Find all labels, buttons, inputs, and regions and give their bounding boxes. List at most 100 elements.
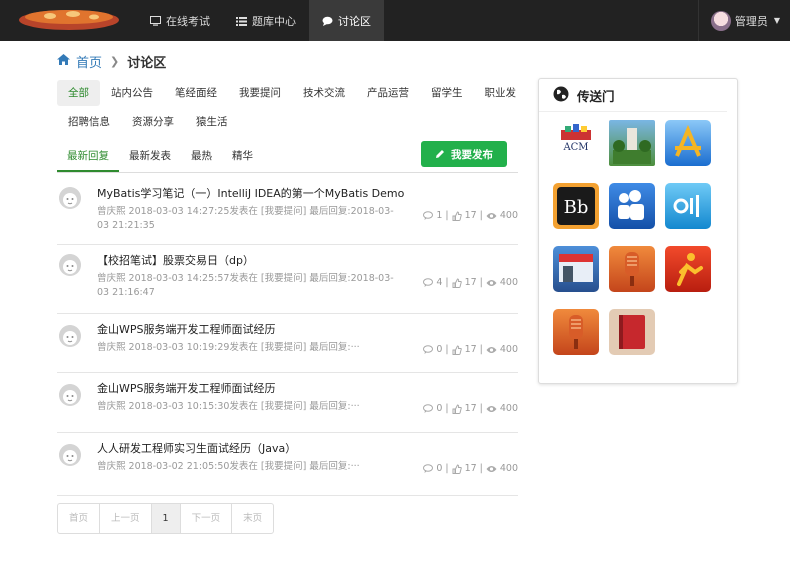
user-menu[interactable]: 管理员 ▼ (697, 0, 790, 41)
nav-label: 讨论区 (338, 14, 371, 28)
acm-label: ACM (563, 142, 589, 153)
category-interview[interactable]: 笔经面经 (164, 80, 228, 106)
divider: | (445, 344, 449, 355)
ondemand-icon[interactable] (665, 183, 711, 229)
breadcrumb-home-link[interactable]: 首页 (76, 52, 102, 71)
like-count: 17 (464, 210, 477, 221)
home-icon (57, 54, 70, 69)
category-filter: 全部 站内公告 笔经面经 我要提问 技术交流 产品运营 留学生 职业发 招聘信息… (57, 80, 543, 138)
myspace-icon[interactable] (609, 183, 655, 229)
blackboard-icon[interactable]: Bb (553, 183, 599, 229)
topic-row[interactable]: 【校招笔试】股票交易日（dp） 曾庆熙 2018-03-03 14:25:57发表… (57, 245, 518, 314)
nav-forum[interactable]: 讨论区 (309, 0, 384, 41)
category-life[interactable]: 猿生活 (185, 109, 239, 135)
topic-meta: 曾庆熙 2018-03-03 14:25:57发表在 [我要提问] 最后回复:2… (97, 273, 394, 298)
caret-down-icon: ▼ (773, 16, 780, 25)
like-count: 17 (464, 403, 477, 414)
topic-title[interactable]: MyBatis学习笔记（一）IntelliJ IDEA的第一个MyBatis D… (97, 186, 518, 201)
store-icon[interactable] (553, 246, 599, 292)
category-career[interactable]: 职业发 (474, 80, 528, 106)
topic-row[interactable]: 金山WPS服务端开发工程师面试经历 曾庆熙 2018-03-03 10:19:29… (57, 314, 518, 373)
view-count: 400 (499, 463, 518, 474)
divider: | (445, 403, 449, 414)
category-abroad[interactable]: 留学生 (420, 80, 474, 106)
eye-icon (486, 465, 497, 473)
monitor-icon (150, 15, 161, 26)
page-last[interactable]: 末页 (232, 504, 273, 533)
main-nav: 在线考试 题库中心 讨论区 (137, 0, 384, 41)
divider: | (445, 463, 449, 474)
nav-online-exam[interactable]: 在线考试 (137, 0, 223, 41)
divider: | (479, 277, 483, 288)
view-count: 400 (499, 344, 518, 355)
category-resources[interactable]: 资源分享 (121, 109, 185, 135)
topic-row[interactable]: 金山WPS服务端开发工程师面试经历 曾庆熙 2018-03-03 10:15:30… (57, 373, 518, 433)
topic-stats: 1 | 17 | 400 (423, 210, 518, 221)
page-next[interactable]: 下一页 (181, 504, 233, 533)
avatar (59, 444, 81, 466)
appstore-icon[interactable] (665, 120, 711, 166)
category-jobs[interactable]: 招聘信息 (57, 109, 121, 135)
page-number[interactable]: 1 (151, 504, 181, 533)
reply-count: 0 (436, 463, 443, 474)
page-first[interactable]: 首页 (58, 504, 101, 533)
globe-icon (553, 86, 569, 105)
tab-hottest[interactable]: 最热 (181, 144, 222, 172)
reply-count: 0 (436, 403, 443, 414)
pagination: 首页 上一页 1 下一页 末页 (57, 503, 275, 534)
reply-count: 1 (436, 210, 443, 221)
topic-stats: 0 | 17 | 400 (423, 403, 518, 414)
view-count: 400 (499, 277, 518, 288)
thumbs-up-icon[interactable] (452, 210, 462, 221)
topic-title[interactable]: 金山WPS服务端开发工程师面试经历 (97, 381, 518, 396)
topic-stats: 0 | 17 | 400 (423, 344, 518, 355)
reply-count: 4 (436, 277, 443, 288)
publish-button[interactable]: 我要发布 (421, 141, 507, 167)
tab-latest-post[interactable]: 最新发表 (119, 144, 181, 172)
site-logo[interactable] (18, 7, 120, 31)
topic-row[interactable]: MyBatis学习笔记（一）IntelliJ IDEA的第一个MyBatis D… (57, 178, 518, 245)
view-count: 400 (499, 403, 518, 414)
nav-question-bank[interactable]: 题库中心 (223, 0, 309, 41)
avatar (59, 254, 81, 276)
topic-stats: 4 | 17 | 400 (423, 277, 518, 288)
category-product[interactable]: 产品运营 (356, 80, 420, 106)
topic-row[interactable]: 人人研发工程师实习生面试经历（Java） 曾庆熙 2018-03-02 21:05… (57, 433, 518, 496)
tab-featured[interactable]: 精华 (222, 144, 263, 172)
eye-icon (486, 405, 497, 413)
chat-icon (322, 16, 333, 26)
user-name: 管理员 (734, 14, 768, 28)
thumbs-up-icon[interactable] (452, 344, 462, 355)
tab-latest-reply[interactable]: 最新回复 (57, 144, 119, 172)
category-tech[interactable]: 技术交流 (292, 80, 356, 106)
thumbs-up-icon[interactable] (452, 277, 462, 288)
category-ask[interactable]: 我要提问 (228, 80, 292, 106)
top-navbar: 在线考试 题库中心 讨论区 管理员 ▼ (0, 0, 790, 41)
nav-label: 在线考试 (166, 14, 210, 28)
eye-icon (486, 279, 497, 287)
category-announcement[interactable]: 站内公告 (100, 80, 164, 106)
topic-meta: 曾庆熙 2018-03-02 21:05:50发表在 [我要提问] 最后回复:·… (97, 461, 360, 472)
topic-title[interactable]: 人人研发工程师实习生面试经历（Java） (97, 441, 518, 456)
acm-logo[interactable]: ACM (553, 120, 599, 166)
topic-title[interactable]: 金山WPS服务端开发工程师面试经历 (97, 322, 518, 337)
comment-icon (423, 464, 434, 473)
page-prev[interactable]: 上一页 (100, 504, 152, 533)
category-all[interactable]: 全部 (57, 80, 100, 106)
notebook-icon[interactable] (609, 309, 655, 355)
topic-title[interactable]: 【校招笔试】股票交易日（dp） (97, 253, 518, 268)
breadcrumb: 首页 ❯ 讨论区 (57, 52, 166, 71)
mic2-icon[interactable] (553, 309, 599, 355)
like-count: 17 (464, 463, 477, 474)
divider: | (445, 210, 449, 221)
portal-panel: 传送门 ACM Bb (538, 78, 738, 384)
avatar (59, 187, 81, 209)
thumbs-up-icon[interactable] (452, 463, 462, 474)
mic-icon[interactable] (609, 246, 655, 292)
topic-stats: 0 | 17 | 400 (423, 463, 518, 474)
thumbs-up-icon[interactable] (452, 403, 462, 414)
campus-photo[interactable] (609, 120, 655, 166)
aim-icon[interactable] (665, 246, 711, 292)
divider: | (445, 277, 449, 288)
avatar (710, 10, 731, 31)
